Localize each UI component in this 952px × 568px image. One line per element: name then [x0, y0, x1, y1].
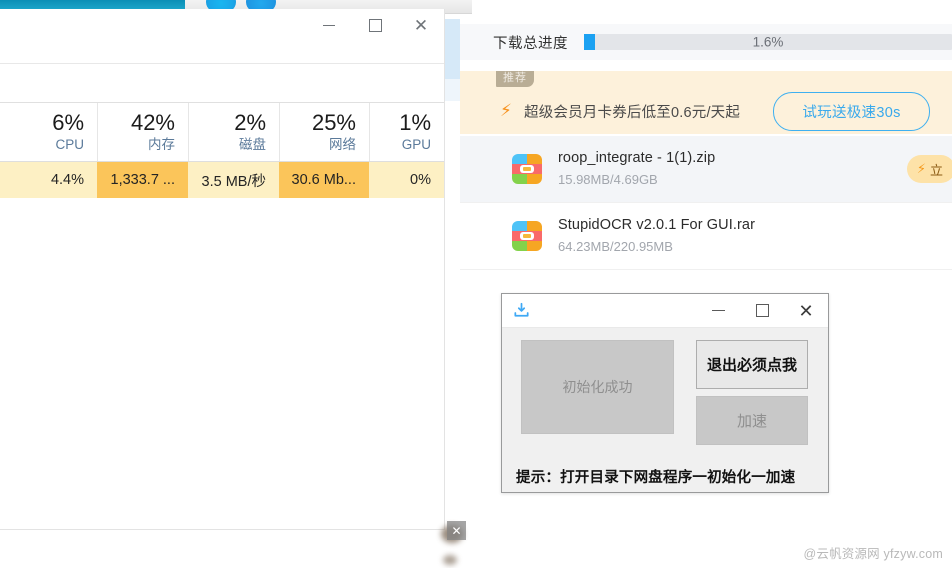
sidebar-secondary-indicator: [443, 79, 460, 101]
archive-icon: [512, 154, 542, 184]
accelerate-button[interactable]: 加速: [696, 396, 808, 445]
taskbar-strip: [0, 0, 185, 9]
dialog-hint: 提示：打开目录下网盘程序一初始化一加速: [516, 469, 796, 486]
task-manager-window: ✕ 6% CPU 42% 内存 2% 磁盘 25% 网络 1% GPU 4.4%…: [0, 9, 445, 530]
memory-percent: 42%: [130, 110, 175, 135]
list-item[interactable]: StupidOCR v2.0.1 For GUI.rar 64.23MB/220…: [460, 203, 952, 270]
task-manager-titlebar[interactable]: ✕: [0, 9, 444, 63]
watermark: @云帆资源网 yfzyw.com: [803, 547, 943, 561]
cell-gpu: 0%: [369, 162, 444, 198]
promo-trial-button[interactable]: 试玩送极速30s: [773, 92, 930, 131]
bolt-icon: ⚡: [500, 101, 512, 120]
disk-percent: 2%: [234, 110, 266, 135]
gpu-percent: 1%: [399, 110, 431, 135]
dialog-body: 初始化成功 退出必须点我 加速: [502, 328, 828, 459]
accelerate-button[interactable]: ⚡ 立: [906, 155, 952, 183]
total-progress-label: 下载总进度: [493, 35, 568, 52]
column-header-cpu[interactable]: 6% CPU: [0, 103, 97, 161]
cpu-percent: 6%: [52, 110, 84, 135]
total-progress-percent: 1.6%: [752, 34, 784, 50]
list-item[interactable]: roop_integrate - 1(1).zip 15.98MB/4.69GB…: [460, 136, 952, 203]
cell-memory: 1,333.7 ...: [97, 162, 188, 198]
cell-cpu: 4.4%: [0, 162, 97, 198]
file-name: roop_integrate - 1(1).zip: [558, 150, 716, 166]
network-label: 网络: [329, 137, 356, 152]
maximize-icon[interactable]: [740, 295, 784, 327]
blurred-thumbnail-2: [443, 555, 457, 565]
download-sidebar[interactable]: [443, 14, 460, 101]
total-progress-row: 下载总进度 1.6%: [460, 24, 952, 60]
download-icon: [512, 301, 531, 320]
disk-label: 磁盘: [239, 137, 266, 152]
promo-text: 超级会员月卡券后低至0.6元/天起: [524, 105, 741, 121]
screen: 下载总进度 1.6% 推荐 ⚡ 超级会员月卡券后低至0.6元/天起 试玩送极速3…: [0, 0, 952, 568]
file-name: StupidOCR v2.0.1 For GUI.rar: [558, 217, 755, 233]
promo-tag: 推荐: [496, 71, 534, 87]
minimize-icon[interactable]: [306, 9, 352, 41]
accelerate-label: 立: [929, 162, 943, 178]
maximize-icon[interactable]: [352, 9, 398, 41]
close-icon[interactable]: ✕: [447, 521, 466, 540]
memory-label: 内存: [148, 137, 175, 152]
exit-button[interactable]: 退出必须点我: [696, 340, 808, 389]
close-icon[interactable]: ✕: [784, 295, 828, 327]
dialog-titlebar[interactable]: ✕: [502, 294, 828, 328]
task-manager-menubar[interactable]: [0, 63, 444, 103]
cell-disk: 3.5 MB/秒: [188, 162, 279, 198]
total-progress-bar[interactable]: 1.6%: [584, 34, 952, 50]
cell-network: 30.6 Mb...: [279, 162, 369, 198]
file-size: 15.98MB/4.69GB: [558, 172, 658, 187]
close-icon[interactable]: ✕: [398, 9, 444, 41]
file-size: 64.23MB/220.95MB: [558, 239, 673, 254]
archive-icon: [512, 221, 542, 251]
network-percent: 25%: [311, 110, 356, 135]
column-header-memory[interactable]: 42% 内存: [97, 103, 188, 161]
table-row[interactable]: 4.4% 1,333.7 ... 3.5 MB/秒 30.6 Mb... 0%: [0, 162, 444, 198]
accelerator-dialog: ✕ 初始化成功 退出必须点我 加速 提示：打开目录下网盘程序一初始化一加速: [501, 293, 829, 493]
task-manager-process-list: [0, 198, 444, 498]
gpu-label: GPU: [401, 137, 431, 152]
task-manager-column-headers: 6% CPU 42% 内存 2% 磁盘 25% 网络 1% GPU: [0, 103, 444, 162]
file-meta: roop_integrate - 1(1).zip 15.98MB/4.69GB: [558, 148, 715, 190]
column-header-disk[interactable]: 2% 磁盘: [188, 103, 279, 161]
promo-banner: 推荐 ⚡ 超级会员月卡券后低至0.6元/天起 试玩送极速30s: [460, 71, 952, 134]
total-progress-fill: [584, 34, 595, 50]
column-header-network[interactable]: 25% 网络: [279, 103, 369, 161]
file-meta: StupidOCR v2.0.1 For GUI.rar 64.23MB/220…: [558, 215, 755, 257]
column-header-gpu[interactable]: 1% GPU: [369, 103, 444, 161]
sidebar-active-indicator: [443, 19, 460, 79]
status-panel: 初始化成功: [521, 340, 674, 434]
bolt-icon: ⚡: [916, 161, 926, 176]
minimize-icon[interactable]: [696, 295, 740, 327]
cpu-label: CPU: [55, 137, 84, 152]
